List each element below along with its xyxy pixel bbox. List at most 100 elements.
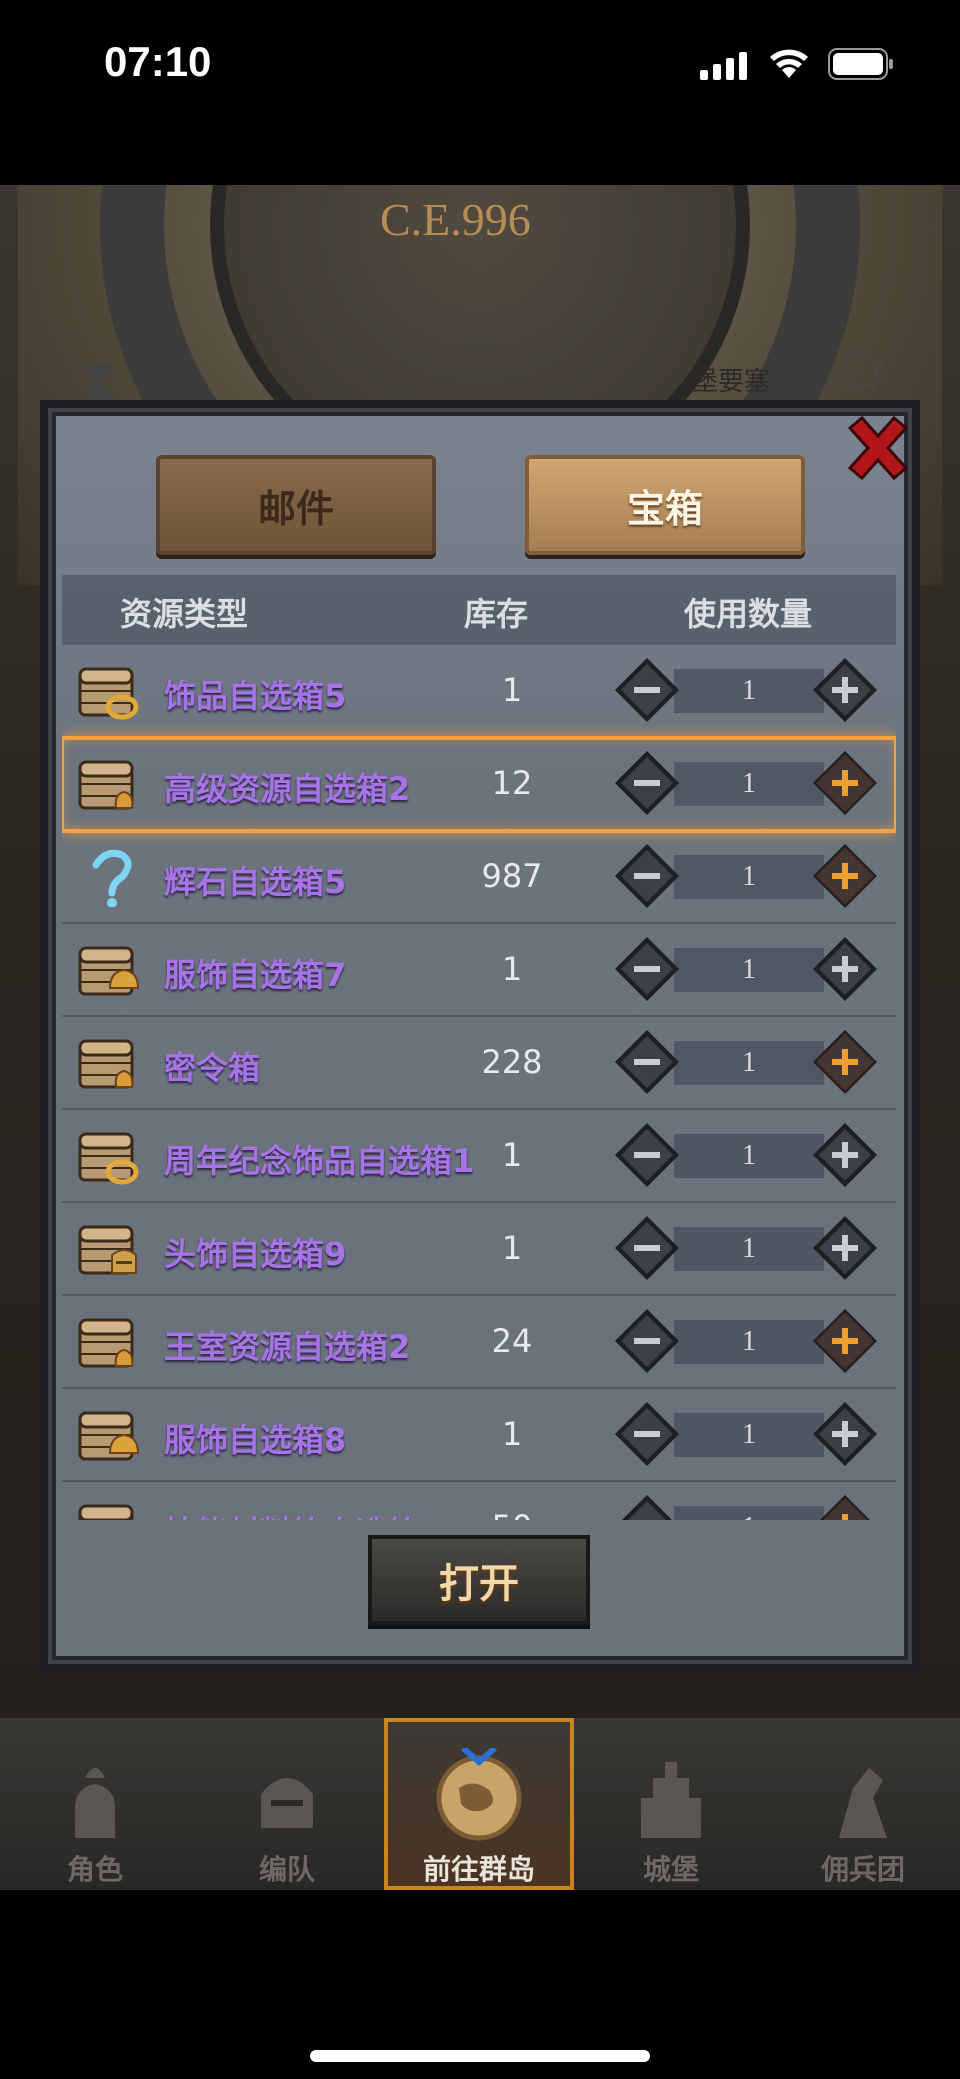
chest-bag-icon [78, 1039, 134, 1089]
item-row[interactable]: 饰品自选箱5 1 1 [62, 645, 896, 738]
nav-item-0[interactable]: 角色 [0, 1718, 190, 1890]
minus-button[interactable] [612, 1120, 682, 1190]
minus-button[interactable] [612, 1213, 682, 1283]
home-indicator[interactable] [310, 2050, 650, 2062]
item-row[interactable]: 王室资源自选箱2 24 1 [62, 1296, 896, 1389]
battery-icon [828, 48, 893, 80]
minus-button[interactable] [612, 1492, 682, 1520]
gear-icon[interactable]: ⚙ [832, 335, 889, 409]
nav-item-1[interactable]: 编队 [192, 1718, 382, 1890]
nav-item-label: 编队 [258, 1853, 315, 1886]
item-name: 辉石自选箱5 [164, 863, 347, 901]
quantity-field[interactable]: 1 [674, 1413, 824, 1457]
item-stock: 24 [491, 1322, 533, 1360]
plus-button[interactable] [810, 1306, 880, 1376]
item-row[interactable]: 头饰自选箱9 1 1 [62, 1203, 896, 1296]
quantity-field[interactable]: 1 [674, 762, 824, 806]
status-time: 07:10 [104, 38, 212, 85]
wifi-icon [770, 49, 808, 78]
minus-button[interactable] [612, 1306, 682, 1376]
item-row[interactable]: 服饰自选箱8 1 1 [62, 1389, 896, 1482]
plus-button[interactable] [810, 1027, 880, 1097]
tab-mail[interactable]: 邮件 [156, 455, 436, 555]
chest-ring-icon [78, 1132, 139, 1185]
plus-button[interactable] [810, 934, 880, 1004]
item-stock: 1 [501, 1136, 523, 1174]
item-name: 王室资源自选箱2 [164, 1328, 411, 1366]
item-stock: 50 [442, 1508, 582, 1520]
item-stock: 1 [501, 950, 523, 988]
knight-icon [75, 1768, 115, 1838]
item-list: 饰品自选箱5 1 1 高级资源自选箱2 12 1 辉石自选箱5 987 1 服饰自选箱7 1 1 密令箱… [62, 645, 896, 1520]
open-button[interactable]: 打开 [368, 1535, 590, 1625]
nav-item-label: 城堡 [642, 1853, 699, 1886]
item-stock: 12 [491, 764, 533, 802]
column-header-type: 资源类型 [120, 595, 249, 633]
item-stock: 228 [481, 1043, 543, 1081]
minus-button[interactable] [612, 934, 682, 1004]
quantity-field[interactable]: 1 [674, 1041, 824, 1085]
era-label: C.E.996 [380, 194, 531, 245]
fortress-label: 堡要塞 [692, 367, 771, 397]
item-stock: 1 [501, 1415, 523, 1453]
plus-button[interactable] [810, 1492, 880, 1520]
plus-button[interactable] [810, 1399, 880, 1469]
globe-icon [436, 1748, 522, 1841]
status-bar: 07:10 [0, 0, 960, 130]
item-row[interactable]: 高级资源自选箱2 12 1 [62, 736, 896, 833]
minus-button[interactable] [612, 655, 682, 725]
minus-button[interactable] [612, 1027, 682, 1097]
item-row[interactable]: 周年纪念饰品自选箱1 1 1 [62, 1110, 896, 1203]
item-name: 周年纪念饰品自选箱1 [164, 1142, 475, 1180]
minus-button[interactable] [612, 841, 682, 911]
quantity-field[interactable]: 1 [674, 1506, 824, 1520]
cellular-signal-icon [700, 52, 747, 80]
item-name: 密令箱 [164, 1049, 261, 1087]
quantity-field[interactable]: 1 [674, 1134, 824, 1178]
quantity-field[interactable]: 1 [674, 855, 824, 899]
close-icon[interactable] [840, 410, 916, 486]
item-row[interactable]: 技能材料箱自选箱 50 1 [62, 1482, 896, 1520]
plus-button[interactable] [810, 1120, 880, 1190]
plus-button[interactable] [810, 841, 880, 911]
quantity-field[interactable]: 1 [674, 948, 824, 992]
tab-chest[interactable]: 宝箱 [525, 455, 805, 555]
item-stock: 1 [501, 671, 523, 709]
castle-icon [641, 1762, 701, 1838]
item-row[interactable]: 服饰自选箱7 1 1 [62, 924, 896, 1017]
item-name: 头饰自选箱9 [164, 1235, 347, 1273]
plus-button[interactable] [810, 748, 880, 818]
plus-button[interactable] [810, 1213, 880, 1283]
item-row[interactable]: 密令箱 228 1 [62, 1017, 896, 1110]
nav-item-label: 佣兵团 [820, 1853, 905, 1886]
chest-bag-icon [78, 1504, 134, 1520]
item-name: 饰品自选箱5 [164, 677, 347, 715]
item-row[interactable]: 辉石自选箱5 987 1 [62, 831, 896, 924]
minus-button[interactable] [612, 748, 682, 818]
nav-item-2[interactable]: 前往群岛 [384, 1718, 574, 1890]
minus-button[interactable] [612, 1399, 682, 1469]
chest-helmet-icon [78, 1411, 140, 1461]
mercenary-icon [839, 1768, 887, 1838]
nav-item-4[interactable]: 佣兵团 [768, 1718, 958, 1890]
item-name: 高级资源自选箱2 [164, 770, 411, 808]
nav-item-label: 前往群岛 [422, 1853, 535, 1886]
nav-item-3[interactable]: 城堡 [576, 1718, 766, 1890]
quantity-field[interactable]: 1 [674, 1320, 824, 1364]
helmet-icon [261, 1778, 313, 1828]
chest-bag-icon [78, 760, 134, 810]
quantity-field[interactable]: 1 [674, 1227, 824, 1271]
plus-button[interactable] [810, 655, 880, 725]
column-header-stock: 库存 [464, 595, 529, 633]
question-mark-icon [92, 849, 132, 907]
chest-ring-icon [78, 667, 139, 720]
item-stock: 1 [501, 1229, 523, 1267]
chest-knight-helmet-icon [78, 1225, 137, 1275]
nav-item-label: 角色 [66, 1853, 123, 1886]
column-header-use-qty: 使用数量 [684, 595, 813, 633]
chest-helmet-icon [78, 946, 140, 996]
item-name: 服饰自选箱7 [164, 956, 347, 994]
bottom-nav: 角色 编队 前往群岛 城堡 佣兵团 [0, 1718, 960, 1890]
quantity-field[interactable]: 1 [674, 669, 824, 713]
table-header: 资源类型 库存 使用数量 [62, 575, 896, 645]
